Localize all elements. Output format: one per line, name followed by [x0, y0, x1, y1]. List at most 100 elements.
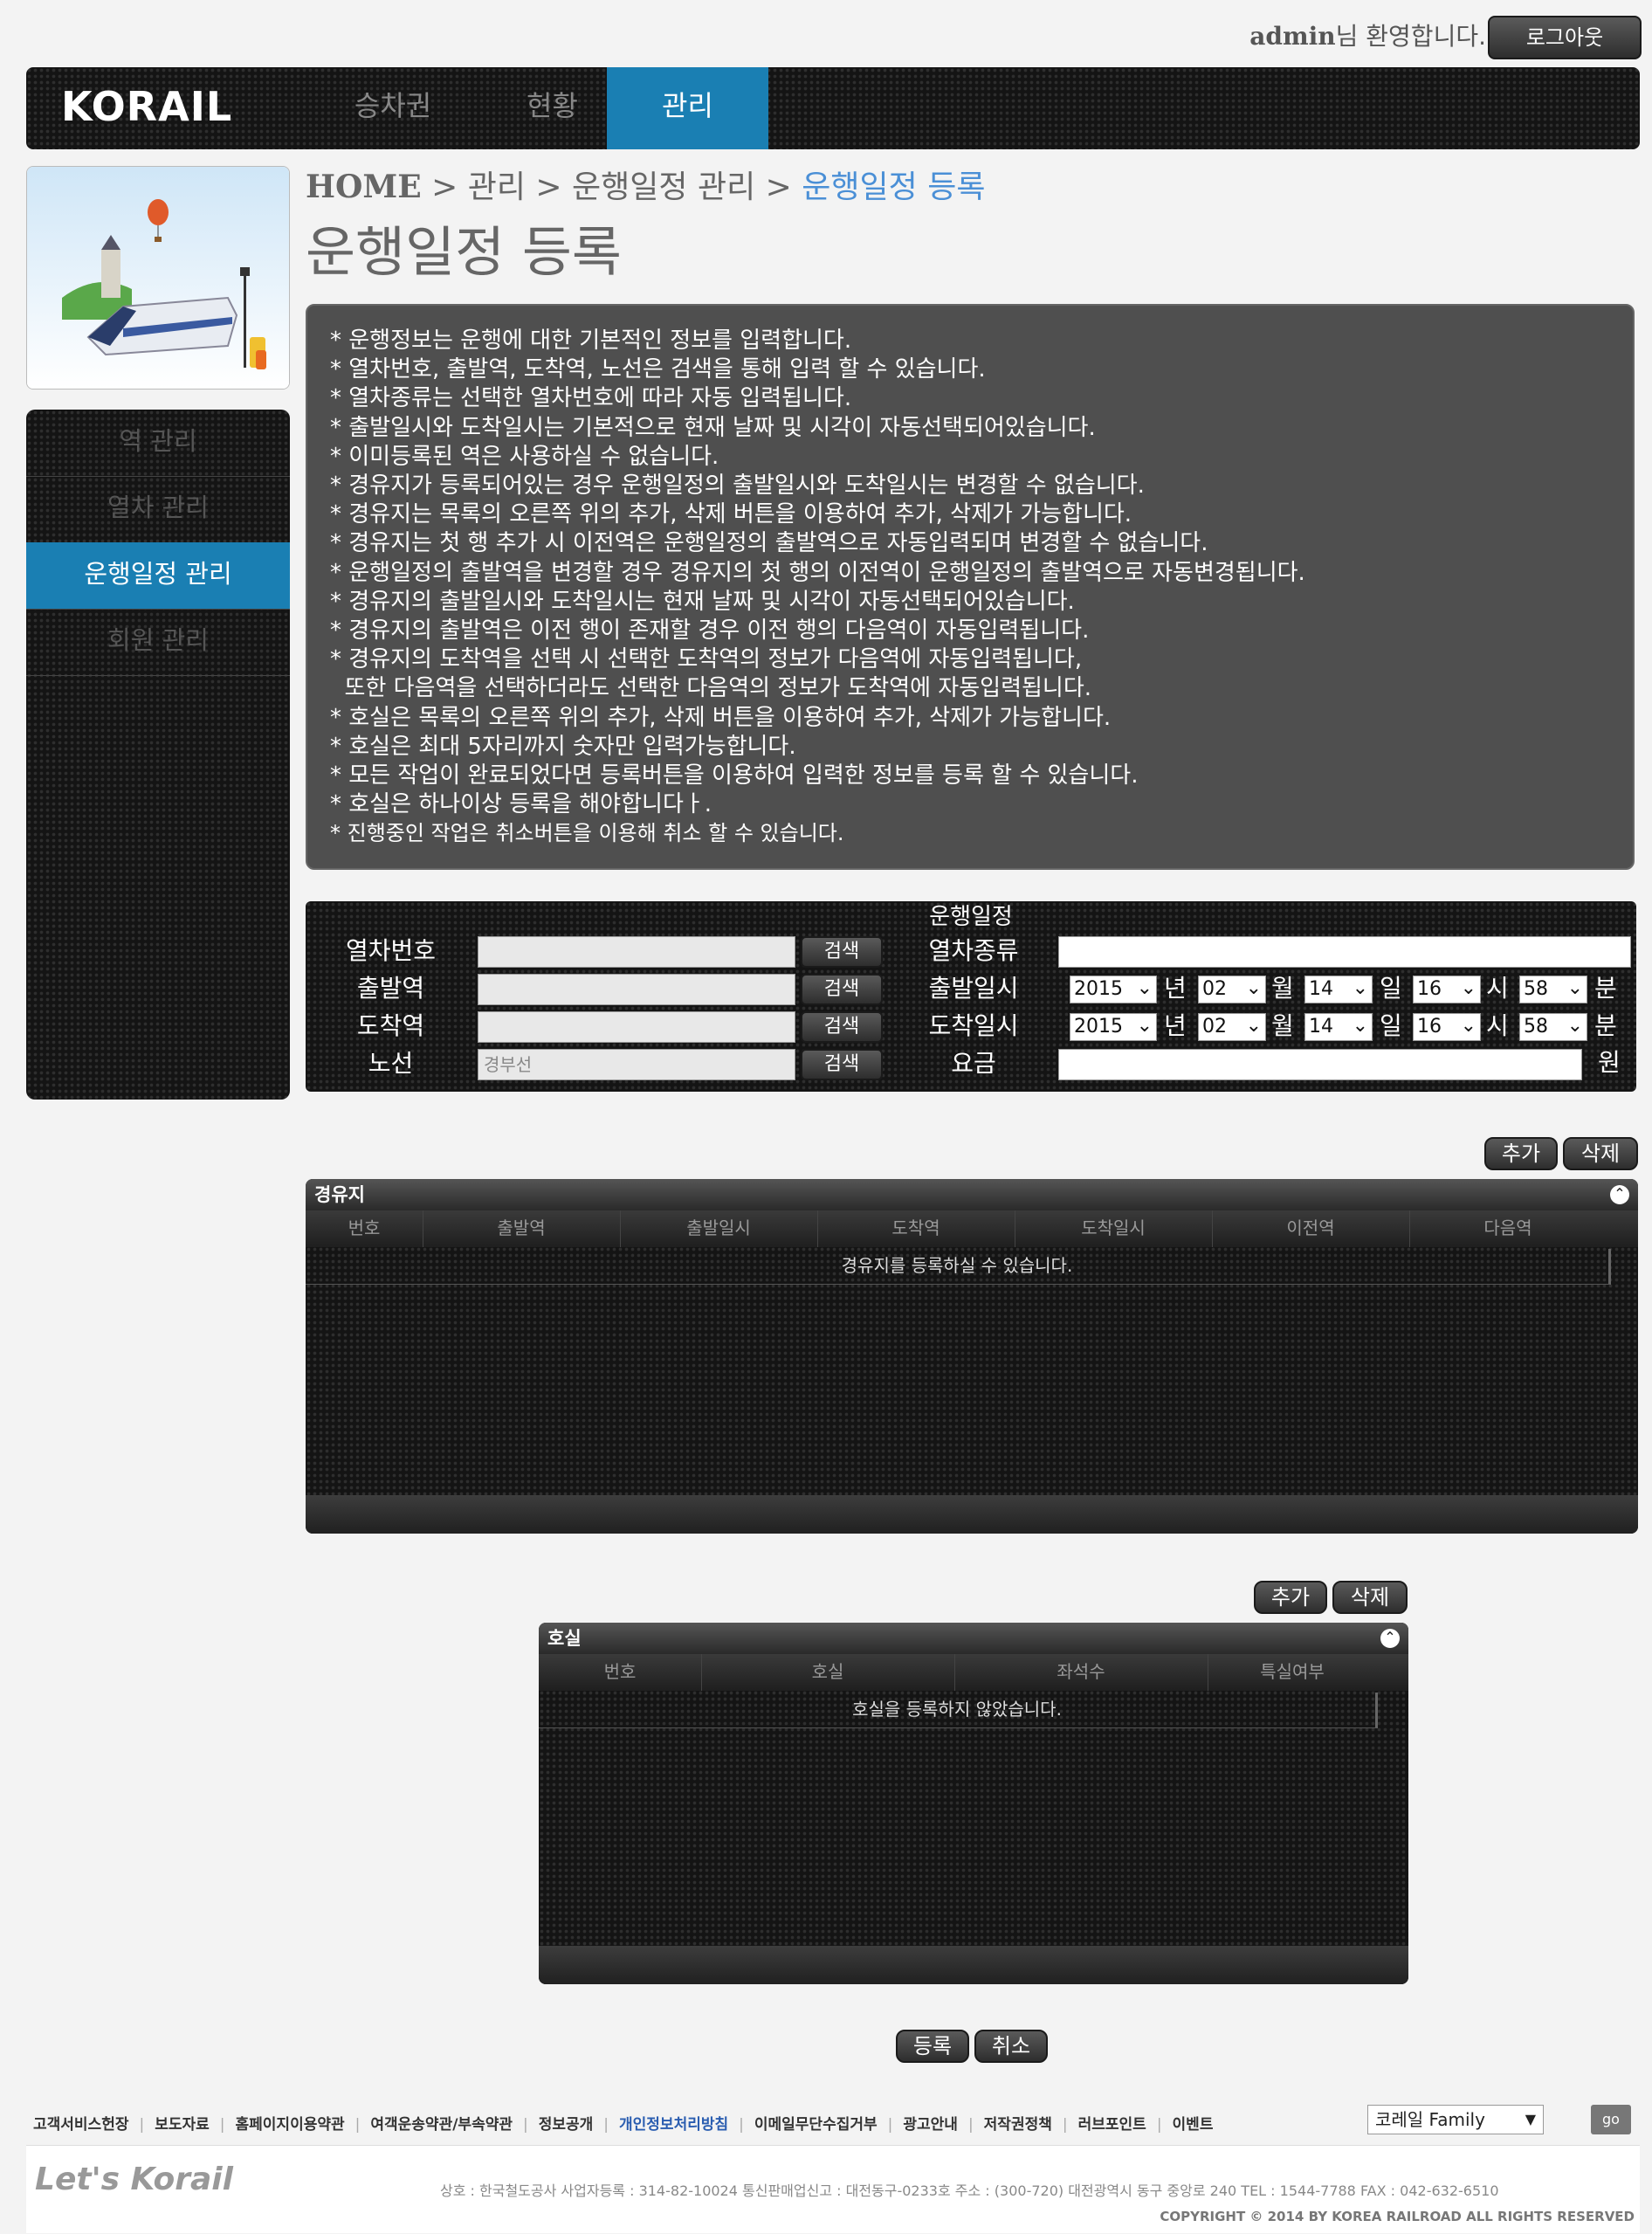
footer-link[interactable]: 러브포인트	[1078, 2116, 1146, 2134]
room-grid: 호실 ⌃ 번호 호실 좌석수 특실여부 호실을 등록하지 않았습니다.	[539, 1623, 1408, 1984]
column-header[interactable]: 다음역	[1409, 1210, 1607, 1247]
footer-link[interactable]: 이벤트	[1173, 2116, 1214, 2134]
column-header[interactable]: 번호	[539, 1654, 702, 1691]
go-button[interactable]: go	[1591, 2105, 1631, 2134]
arr-hour-select[interactable]: 16 ⌄	[1413, 1013, 1481, 1041]
dep-station-input[interactable]	[478, 974, 795, 1005]
nav-tab-manage[interactable]: 관리	[607, 67, 768, 149]
chevron-down-icon: ⌄	[1245, 977, 1262, 999]
sidebar-item-train[interactable]: 열차 관리	[26, 476, 290, 543]
footer-link[interactable]: 광고안내	[903, 2116, 958, 2134]
info-line: * 열차종류는 선택한 열차번호에 따라 자동 입력됩니다.	[330, 385, 852, 412]
sidebar-item-member[interactable]: 회원 관리	[26, 609, 290, 676]
waypoint-add-button[interactable]: 추가	[1484, 1137, 1558, 1170]
family-site-select[interactable]: 코레일 Family ▼	[1367, 2105, 1544, 2134]
fare-label: 요금	[951, 1049, 996, 1078]
footer-link[interactable]: 정보공개	[539, 2116, 594, 2134]
info-line: * 경유지는 첫 행 추가 시 이전역은 운행일정의 출발역으로 자동입력되며 …	[330, 530, 1208, 557]
column-header[interactable]: 도착일시	[1015, 1210, 1213, 1247]
sidebar-item-station[interactable]: 역 관리	[26, 410, 290, 477]
info-line: * 경유지의 출발역은 이전 행이 존재할 경우 이전 행의 다음역이 자동입력…	[330, 617, 1090, 645]
arr-day-value: 14	[1309, 1016, 1333, 1038]
footer-info: Let's Korail 상호 : 한국철도공사 사업자등록 : 314-82-…	[26, 2145, 1640, 2233]
breadcrumb-level1[interactable]: 관리	[468, 169, 526, 205]
arr-year-select[interactable]: 2015 ⌄	[1070, 1013, 1157, 1041]
register-button[interactable]: 등록	[896, 2030, 969, 2063]
train-no-input[interactable]	[478, 936, 795, 968]
chevron-down-icon: ⌄	[1352, 977, 1368, 999]
room-grid-footer	[539, 1946, 1408, 1984]
arr-month-select[interactable]: 02 ⌄	[1198, 1013, 1266, 1041]
arr-station-input[interactable]	[478, 1011, 795, 1043]
dep-hour-select[interactable]: 16 ⌄	[1413, 976, 1481, 1003]
korail-logo[interactable]: KORAIL	[61, 83, 232, 130]
train-no-search-button[interactable]: 검색	[801, 936, 883, 968]
chevron-down-icon: ⌄	[1460, 1015, 1476, 1037]
route-input[interactable]: 경부선	[478, 1049, 795, 1080]
info-line: * 모든 작업이 완료되었다면 등록버튼을 이용하여 입력한 정보를 등록 할 …	[330, 762, 1139, 789]
column-header[interactable]: 번호	[306, 1210, 423, 1247]
dep-station-search-button[interactable]: 검색	[801, 974, 883, 1005]
footer-link[interactable]: 고객서비스헌장	[33, 2116, 128, 2134]
column-header[interactable]: 도착역	[817, 1210, 1015, 1247]
dep-hour-value: 16	[1417, 978, 1442, 1000]
dep-minute-select[interactable]: 58 ⌄	[1519, 976, 1587, 1003]
breadcrumb-home[interactable]: HOME	[306, 169, 422, 205]
arr-station-search-button[interactable]: 검색	[801, 1011, 883, 1043]
info-line: * 열차번호, 출발역, 도착역, 노선은 검색을 통해 입력 할 수 있습니다…	[330, 356, 986, 383]
fare-input[interactable]	[1058, 1049, 1582, 1080]
dep-month-select[interactable]: 02 ⌄	[1198, 976, 1266, 1003]
breadcrumb: HOME > 관리 > 운행일정 관리 > 운행일정 등록	[306, 162, 985, 207]
column-header[interactable]: 호실	[701, 1654, 955, 1691]
dep-year-select[interactable]: 2015 ⌄	[1070, 976, 1157, 1003]
waypoint-delete-button[interactable]: 삭제	[1563, 1137, 1638, 1170]
chevron-down-icon: ⌄	[1136, 1015, 1153, 1037]
footer-link[interactable]: 이메일무단수집거부	[754, 2116, 878, 2134]
train-no-label: 열차번호	[345, 936, 437, 965]
waypoint-grid-footer	[306, 1495, 1638, 1534]
info-line: * 호실은 최대 5자리까지 숫자만 입력가능합니다.	[330, 733, 796, 760]
room-add-button[interactable]: 추가	[1254, 1581, 1327, 1614]
logout-button[interactable]: 로그아웃	[1488, 16, 1642, 59]
arr-minute-unit: 분	[1594, 1011, 1617, 1040]
arr-day-unit: 일	[1380, 1011, 1402, 1040]
column-header[interactable]: 출발역	[423, 1210, 621, 1247]
train-type-input[interactable]	[1058, 936, 1631, 968]
dep-day-select[interactable]: 14 ⌄	[1304, 976, 1373, 1003]
breadcrumb-sep: >	[421, 169, 468, 205]
nav-tab-ticket[interactable]: 승차권	[306, 67, 480, 149]
footer-link[interactable]: 보도자료	[155, 2116, 210, 2134]
caret-down-icon: ▼	[1525, 2111, 1536, 2127]
column-header[interactable]: 좌석수	[954, 1654, 1208, 1691]
arr-year-unit: 년	[1164, 1011, 1187, 1040]
fare-unit: 원	[1598, 1048, 1621, 1077]
arr-minute-select[interactable]: 58 ⌄	[1519, 1013, 1587, 1041]
column-header[interactable]: 출발일시	[620, 1210, 818, 1247]
footer-link[interactable]: 저작권정책	[984, 2116, 1052, 2134]
cancel-button[interactable]: 취소	[974, 2030, 1048, 2063]
page-title: 운행일정 등록	[306, 220, 622, 284]
info-line: * 경유지의 도착역을 선택 시 선택한 도착역의 정보가 다음역에 자동입력됩…	[330, 646, 1083, 673]
sidebar-item-schedule[interactable]: 운행일정 관리	[26, 542, 290, 610]
waypoint-grid: 경유지 ⌃ 번호 출발역 출발일시 도착역 도착일시 이전역 다음역 경유지를 …	[306, 1179, 1638, 1534]
footer-links: 고객서비스헌장 | 보도자료 | 홈페이지이용약관 | 여객운송약관/부속약관 | 정보공개 | 개…	[33, 2116, 1214, 2134]
breadcrumb-level2[interactable]: 운행일정 관리	[572, 169, 755, 205]
column-header[interactable]: 이전역	[1212, 1210, 1410, 1247]
footer-link[interactable]: 홈페이지이용약관	[236, 2116, 345, 2134]
main-nav: KORAIL 승차권 현황 관리	[26, 67, 1640, 149]
footer-link[interactable]: 여객운송약관/부속약관	[370, 2116, 513, 2134]
room-delete-button[interactable]: 삭제	[1332, 1581, 1408, 1614]
dep-minute-value: 58	[1524, 978, 1548, 1000]
dep-month-value: 02	[1202, 978, 1227, 1000]
collapse-icon[interactable]: ⌃	[1610, 1185, 1629, 1204]
dep-hour-unit: 시	[1486, 974, 1509, 1003]
family-site-value: 코레일 Family	[1375, 2109, 1485, 2130]
room-empty-message: 호실을 등록하지 않았습니다.	[539, 1693, 1378, 1728]
footer-link-privacy[interactable]: 개인정보처리방침	[619, 2116, 728, 2134]
route-search-button[interactable]: 검색	[801, 1049, 883, 1080]
column-header[interactable]: 특실여부	[1208, 1654, 1377, 1691]
info-line: * 운행일정의 출발역을 변경할 경우 경유지의 첫 행의 이전역이 운행일정의…	[330, 559, 1305, 586]
dep-month-unit: 월	[1271, 974, 1294, 1003]
arr-day-select[interactable]: 14 ⌄	[1304, 1013, 1373, 1041]
collapse-icon[interactable]: ⌃	[1380, 1629, 1400, 1648]
